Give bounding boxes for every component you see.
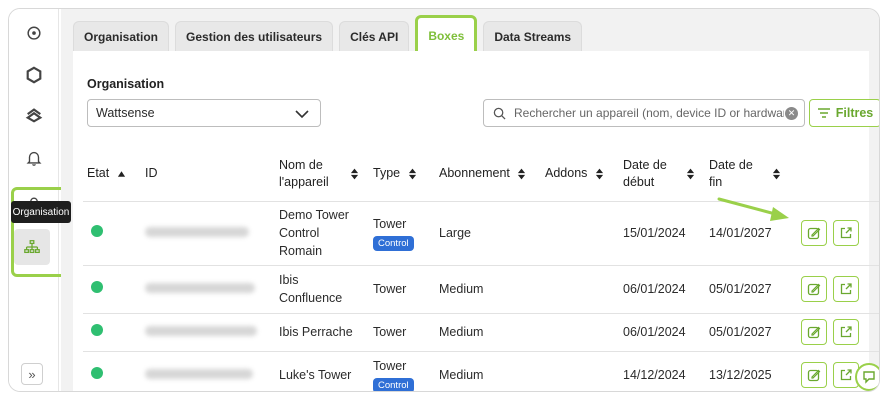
- edit-icon: [807, 227, 821, 240]
- header-start-date[interactable]: Date de début: [619, 147, 705, 202]
- redacted-device-id: [145, 326, 257, 336]
- external-link-icon: [840, 227, 852, 239]
- organisation-label: Organisation: [87, 77, 165, 91]
- sort-icon: [518, 168, 526, 180]
- status-online-indicator: [91, 225, 103, 237]
- bell-icon[interactable]: [19, 143, 49, 173]
- device-name: Ibis Confluence: [275, 265, 369, 314]
- edit-button[interactable]: [801, 362, 827, 388]
- subscription: Medium: [435, 351, 541, 391]
- search-placeholder: Rechercher un appareil (nom, device ID o…: [514, 106, 784, 120]
- open-external-button[interactable]: [833, 319, 859, 345]
- boxes-table: Etat ID Nom de l'appareil Type Abonnemen…: [83, 147, 879, 391]
- sort-icon: [772, 168, 781, 180]
- subscription: Medium: [435, 265, 541, 314]
- sort-icon: [350, 168, 359, 180]
- clear-search-icon[interactable]: ✕: [785, 107, 798, 120]
- status-online-indicator: [91, 367, 103, 379]
- edit-button[interactable]: [801, 319, 827, 345]
- help-chat-button[interactable]: [855, 363, 879, 391]
- chat-bubble-icon: [863, 371, 875, 384]
- header-device-name[interactable]: Nom de l'appareil: [275, 147, 369, 202]
- location-pin-icon[interactable]: [19, 19, 49, 49]
- start-date: 15/01/2024: [619, 201, 705, 266]
- subscription: Medium: [435, 313, 541, 352]
- external-link-icon: [840, 283, 852, 295]
- tab-data-streams[interactable]: Data Streams: [483, 21, 583, 51]
- header-type[interactable]: Type: [369, 147, 435, 202]
- external-link-icon: [840, 326, 852, 338]
- organisation-select[interactable]: Wattsense: [87, 99, 321, 127]
- annotation-arrow-icon: [717, 197, 789, 221]
- app-window: Organisation » Organisation Gestion des …: [8, 8, 880, 392]
- filters-button-label: Filtres: [835, 106, 874, 120]
- end-date: 05/01/2027: [705, 265, 791, 314]
- device-name: Ibis Perrache: [275, 313, 369, 352]
- addons: [541, 351, 619, 391]
- open-external-button[interactable]: [833, 220, 859, 246]
- type-badge: Control: [373, 236, 414, 251]
- sort-icon: [686, 168, 695, 180]
- header-actions: [791, 147, 879, 202]
- status-online-indicator: [91, 324, 103, 336]
- tab-api-keys[interactable]: Clés API: [339, 21, 410, 51]
- header-subscription[interactable]: Abonnement: [435, 147, 541, 202]
- table-header-row: Etat ID Nom de l'appareil Type Abonnemen…: [83, 147, 879, 202]
- device-type: Tower: [369, 265, 435, 314]
- tab-user-management[interactable]: Gestion des utilisateurs: [175, 21, 334, 51]
- header-addons[interactable]: Addons: [541, 147, 619, 202]
- filters-button[interactable]: Filtres: [809, 99, 879, 127]
- device-name: Luke's Tower: [275, 351, 369, 391]
- addons: [541, 265, 619, 314]
- header-end-date[interactable]: Date de fin: [705, 147, 791, 202]
- addons: [541, 313, 619, 352]
- expand-sidebar-button[interactable]: »: [21, 363, 43, 385]
- sidebar-item-organisation[interactable]: [14, 229, 50, 265]
- edit-button[interactable]: [801, 220, 827, 246]
- stack-icon[interactable]: [19, 100, 49, 130]
- table-row[interactable]: Ibis Perrache Tower Medium 06/01/2024 05…: [83, 313, 879, 352]
- device-type: Tower: [369, 313, 435, 352]
- device-type: Tower: [373, 217, 407, 231]
- edit-icon: [807, 283, 821, 296]
- type-badge: Control: [373, 378, 414, 391]
- tab-bar: Organisation Gestion des utilisateurs Cl…: [73, 15, 583, 57]
- start-date: 14/12/2024: [619, 351, 705, 391]
- redacted-device-id: [145, 227, 249, 237]
- org-chart-icon: [24, 240, 40, 254]
- sidebar: Organisation »: [9, 9, 75, 391]
- edit-icon: [807, 369, 821, 382]
- hexagon-logo-icon[interactable]: [19, 60, 49, 90]
- end-date: 13/12/2025: [705, 351, 791, 391]
- header-etat[interactable]: Etat: [83, 147, 141, 202]
- external-link-icon: [840, 369, 852, 381]
- start-date: 06/01/2024: [619, 265, 705, 314]
- device-name: Demo Tower Control Romain: [275, 201, 369, 266]
- sidebar-tooltip: Organisation: [11, 201, 71, 223]
- search-icon: [493, 107, 506, 120]
- addons: [541, 201, 619, 266]
- table-row[interactable]: Luke's Tower Tower Control Medium 14/12/2…: [83, 351, 879, 391]
- chevron-down-icon: [295, 110, 309, 119]
- sort-asc-icon: [117, 171, 125, 177]
- edit-icon: [807, 326, 821, 339]
- header-id[interactable]: ID: [141, 147, 275, 202]
- start-date: 06/01/2024: [619, 313, 705, 352]
- tab-organisation[interactable]: Organisation: [73, 21, 170, 51]
- redacted-device-id: [145, 369, 253, 379]
- organisation-select-value: Wattsense: [96, 106, 155, 120]
- device-type: Tower: [373, 359, 407, 373]
- sort-icon: [408, 168, 416, 180]
- table-row[interactable]: Ibis Confluence Tower Medium 06/01/2024 …: [83, 265, 879, 314]
- sort-icon: [595, 168, 603, 180]
- filter-icon: [817, 108, 830, 118]
- subscription: Large: [435, 201, 541, 266]
- status-online-indicator: [91, 281, 103, 293]
- edit-button[interactable]: [801, 276, 827, 302]
- end-date: 05/01/2027: [705, 313, 791, 352]
- search-input[interactable]: Rechercher un appareil (nom, device ID o…: [483, 99, 805, 127]
- open-external-button[interactable]: [833, 276, 859, 302]
- redacted-device-id: [145, 283, 255, 293]
